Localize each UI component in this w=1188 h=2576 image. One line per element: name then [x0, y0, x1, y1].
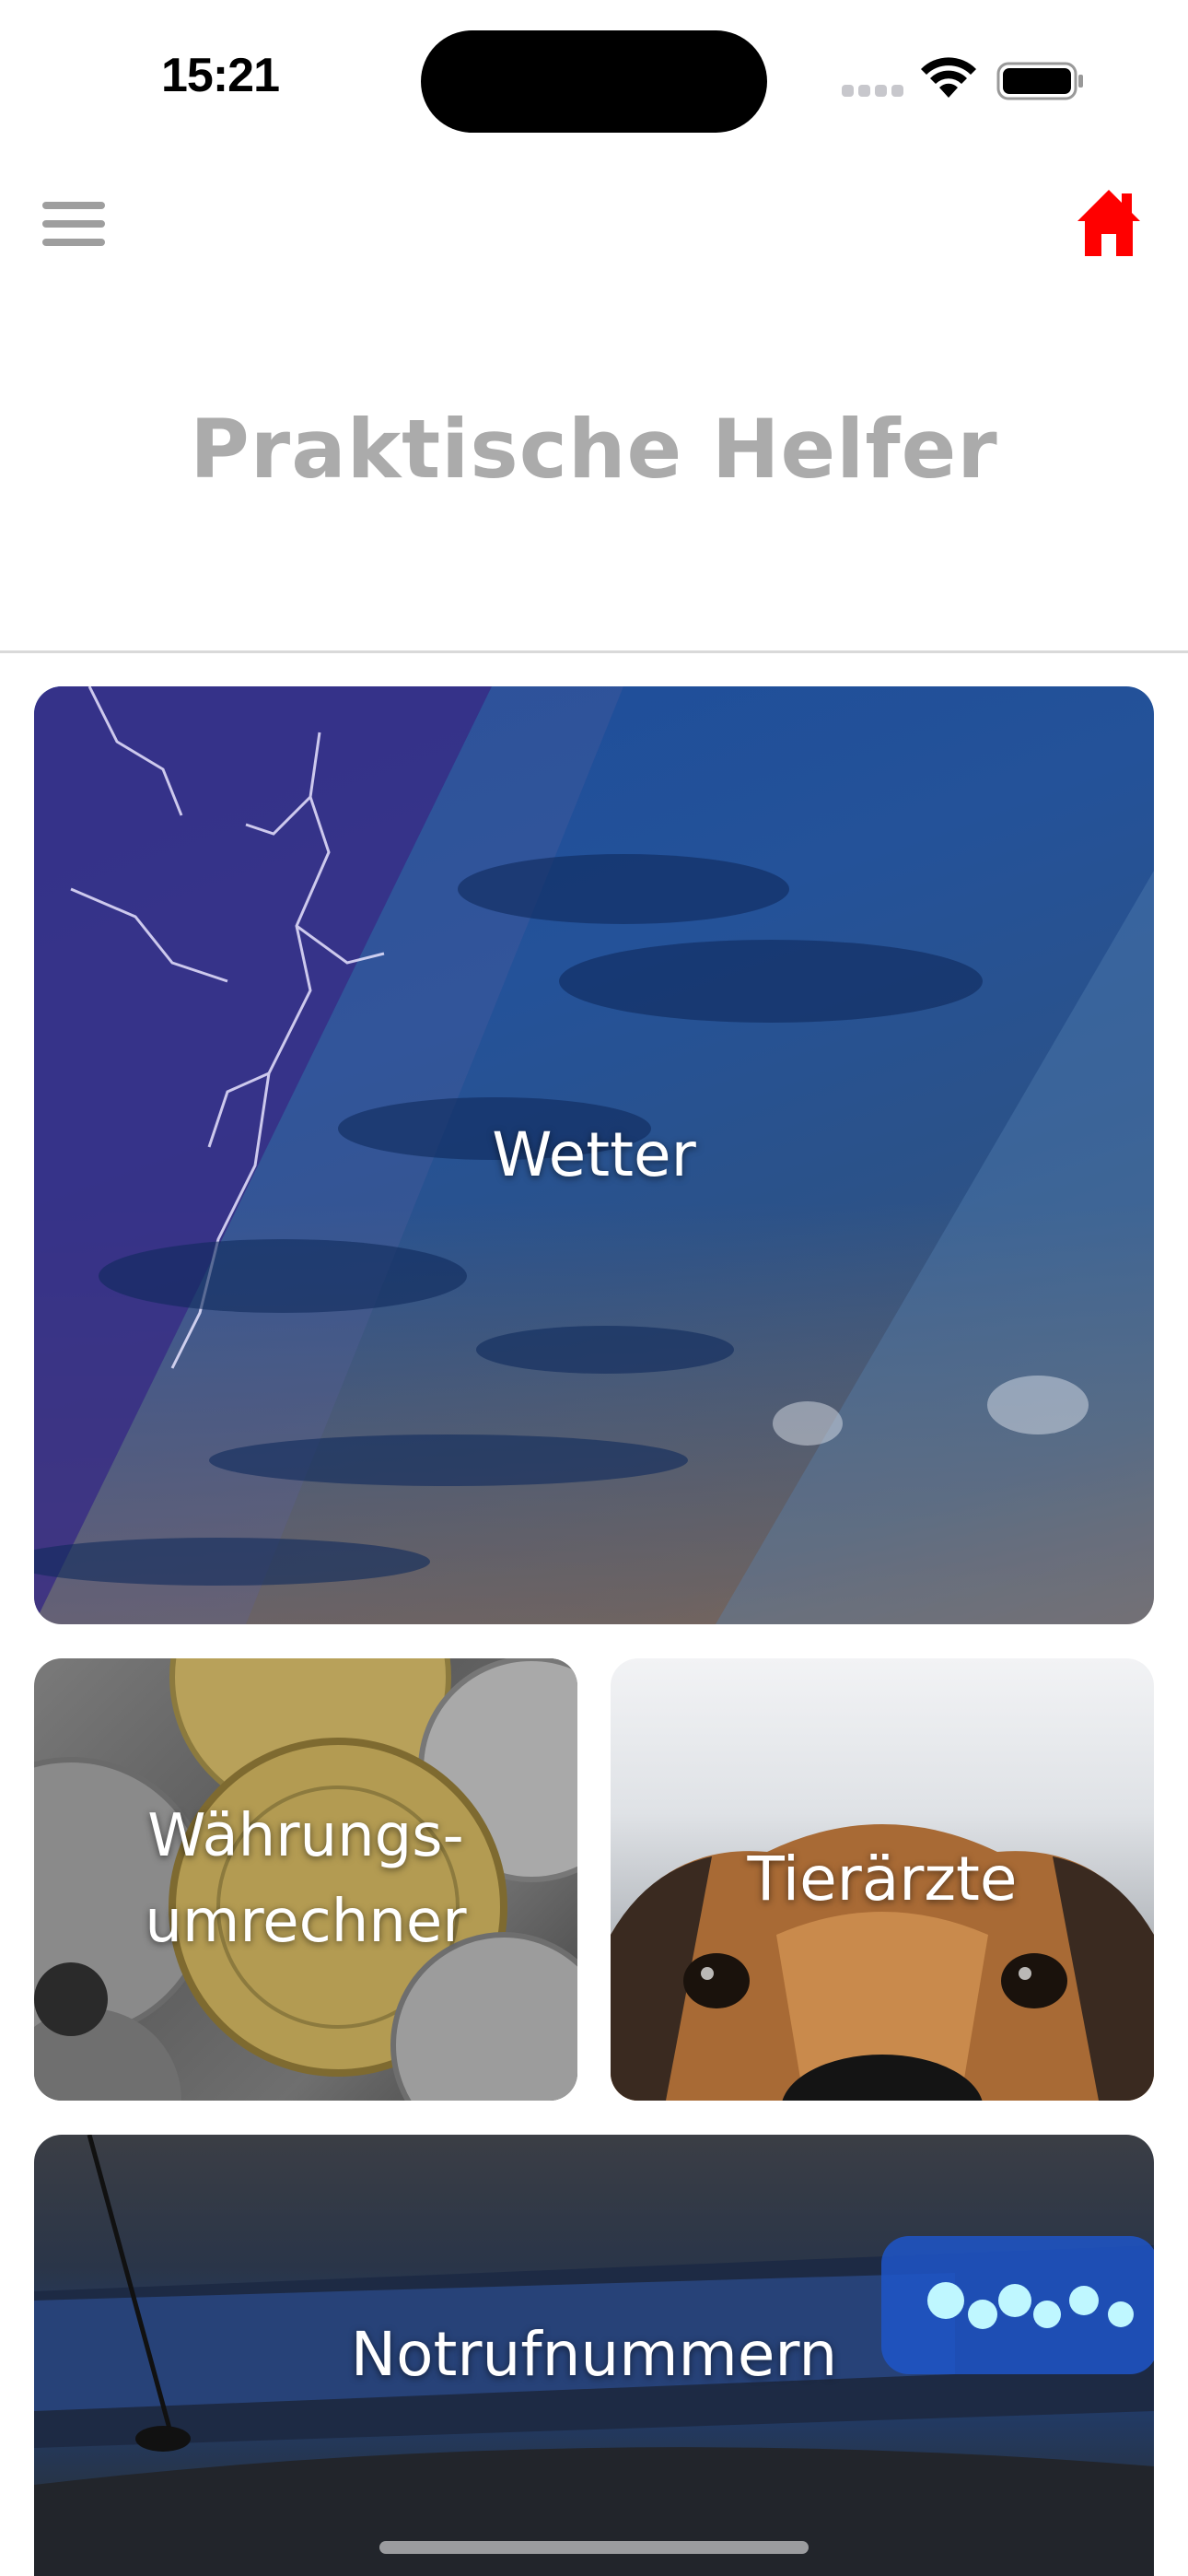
- status-time: 15:21: [161, 49, 280, 102]
- page-title: Praktische Helfer: [190, 402, 998, 497]
- header-divider: [0, 650, 1188, 653]
- battery-icon: [996, 62, 1083, 100]
- tile-label-emergency-numbers: Notrufnummern: [350, 2319, 838, 2391]
- tile-weather[interactable]: Wetter: [34, 686, 1154, 1624]
- cellular-signal-icon: [842, 85, 904, 98]
- home-indicator[interactable]: [379, 2541, 809, 2554]
- wifi-icon: [921, 57, 976, 98]
- hamburger-menu-icon[interactable]: [42, 198, 105, 250]
- tile-label-currency-converter: Währungs- umrechner: [145, 1802, 467, 1956]
- dynamic-island: [421, 30, 767, 133]
- tile-currency-converter[interactable]: Währungs- umrechner: [34, 1658, 577, 2101]
- home-icon[interactable]: [1076, 188, 1142, 258]
- tile-emergency-numbers[interactable]: Notrufnummern: [34, 2135, 1154, 2576]
- tile-veterinarians[interactable]: Tierärzte: [611, 1658, 1154, 2101]
- tile-label-weather: Wetter: [492, 1118, 696, 1190]
- tile-label-veterinarians: Tierärzte: [747, 1843, 1018, 1914]
- status-bar: 15:21: [0, 0, 1188, 147]
